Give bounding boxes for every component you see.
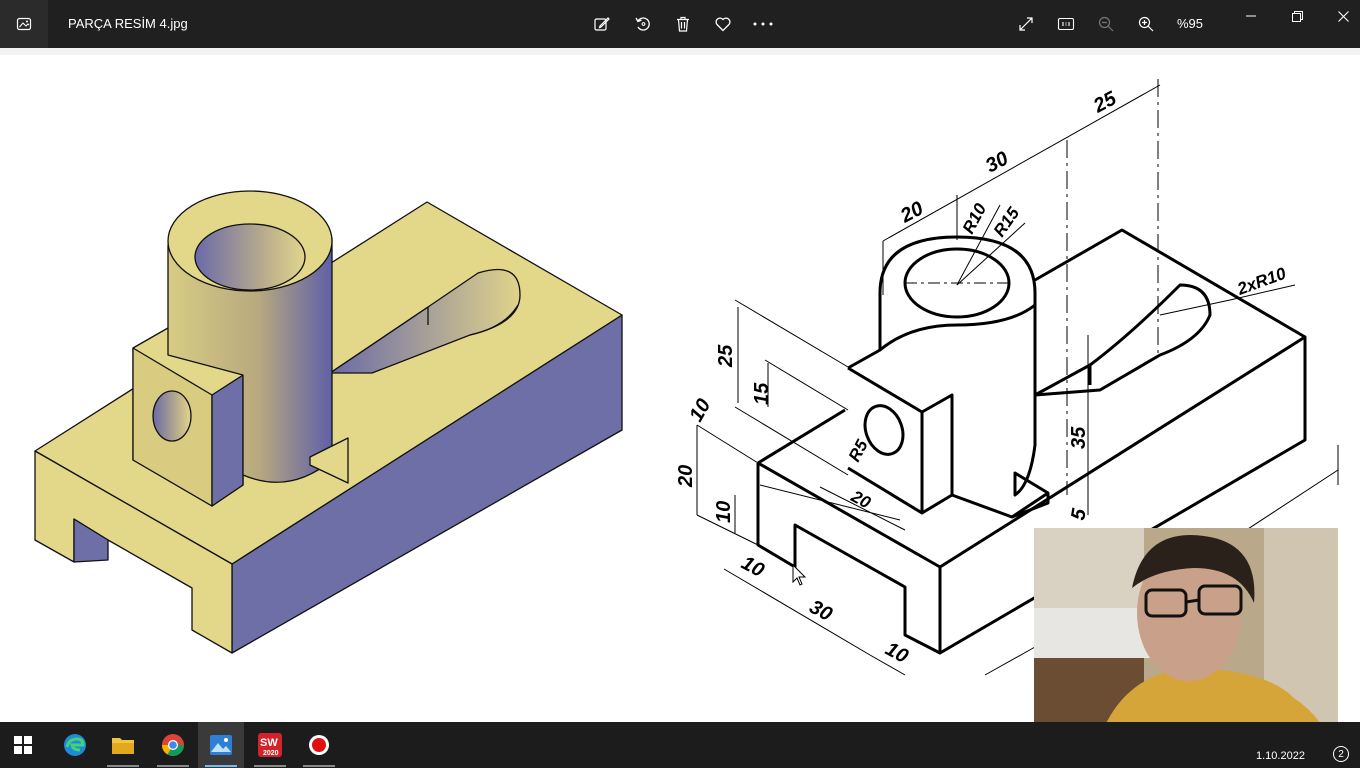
photos-app-icon[interactable] [0,0,48,48]
recorder-icon[interactable] [296,722,342,768]
dim-25-left: 25 [715,344,737,368]
dim-25-top: 25 [1089,87,1121,118]
dim-10-left2: 10 [713,501,735,523]
minimize-button[interactable] [1228,0,1274,32]
restore-button[interactable] [1274,0,1320,32]
edge-icon[interactable] [52,722,98,768]
dim-10-bottom: 10 [738,552,768,582]
title-bar: PARÇA RESİM 4.jpg %95 [0,0,1360,48]
favorite-icon[interactable] [703,4,743,44]
dim-30-bottom: 30 [806,596,836,626]
notification-badge[interactable]: 2 [1333,746,1349,762]
dim-r15: R15 [990,203,1024,240]
dim-slot: 2xR10 [1234,264,1289,300]
file-name: PARÇA RESİM 4.jpg [68,16,188,31]
mouse-cursor [792,563,807,586]
dim-20-left: 20 [675,465,697,488]
dim-35: 35 [1068,426,1090,449]
rendered-part [34,190,623,654]
fullscreen-icon[interactable] [1006,4,1046,44]
solidworks-icon[interactable]: SW 2020 [247,722,293,768]
photos-icon[interactable] [198,722,244,768]
chrome-icon[interactable] [150,722,196,768]
taskbar-date[interactable]: 1.10.2022 [1256,750,1305,762]
zoom-out-icon[interactable] [1086,4,1126,44]
dim-20-top: 20 [896,198,927,228]
zoom-level[interactable]: %95 [1170,0,1210,48]
edit-image-icon[interactable] [582,4,622,44]
actual-size-icon[interactable] [1046,4,1086,44]
file-explorer-icon[interactable] [100,722,146,768]
more-icon[interactable] [743,4,783,44]
dim-10-left: 10 [685,395,715,425]
dim-10-bottom2: 10 [882,638,912,668]
dim-15-left: 15 [751,382,773,405]
windows-start-icon[interactable] [0,722,46,768]
svg-text:SW: SW [260,737,278,749]
svg-text:2020: 2020 [263,750,279,757]
dim-5: 5 [1067,506,1091,522]
delete-icon[interactable] [663,4,703,44]
rotate-icon[interactable] [623,4,663,44]
dim-20-mid: 20 [847,486,874,512]
dim-30-top: 30 [982,148,1012,178]
taskbar: SW 2020 [0,722,1360,768]
close-button[interactable] [1320,0,1360,32]
zoom-in-icon[interactable] [1126,4,1166,44]
